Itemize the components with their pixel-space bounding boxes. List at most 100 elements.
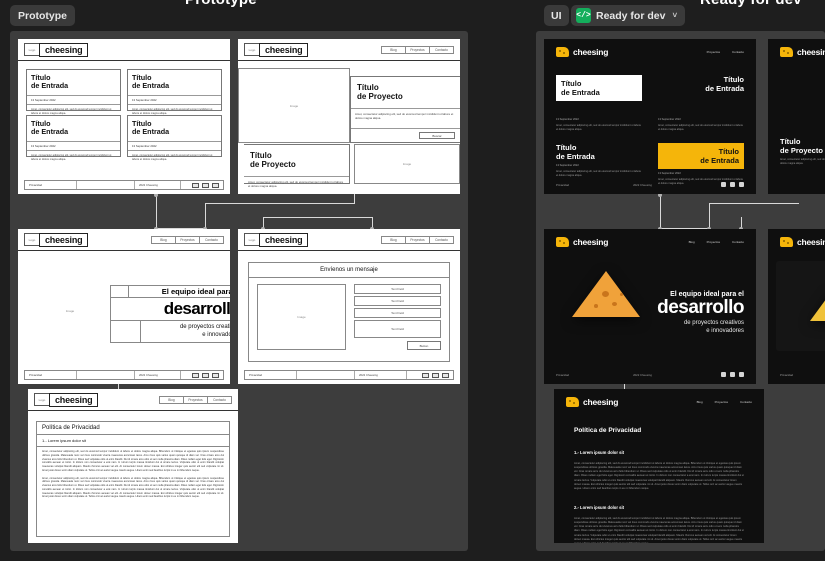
- social-links[interactable]: [422, 372, 453, 378]
- text-field[interactable]: Text Field: [354, 284, 441, 294]
- text-field[interactable]: Text Field: [354, 296, 441, 306]
- navigation[interactable]: Blog Proyectos Contacto: [151, 235, 224, 244]
- instagram-icon[interactable]: [202, 372, 209, 378]
- prototype-panel[interactable]: Logo cheesing Título de Entrada 13 Septem…: [10, 31, 468, 551]
- nav-contacto[interactable]: Contacto: [740, 400, 752, 404]
- search-button[interactable]: Buscar: [419, 132, 455, 139]
- nav-proyectos[interactable]: Proyectos: [707, 50, 720, 54]
- logo-group[interactable]: cheesing: [566, 397, 618, 407]
- navigation[interactable]: Blog Proyectos Contacto: [689, 240, 744, 244]
- project-card[interactable]: Título de Proyecto Amet, consectetur adip…: [244, 144, 350, 188]
- top-toolbar: Prototype Ready for dev Prototype UI </>…: [0, 0, 825, 30]
- navigation[interactable]: Proyectos Contacto: [707, 50, 744, 54]
- facebook-icon[interactable]: [721, 182, 726, 187]
- footer-privacy-link[interactable]: Privacidad: [556, 183, 569, 187]
- instagram-icon[interactable]: [730, 372, 735, 377]
- social-links[interactable]: [721, 182, 744, 187]
- blog-card-featured[interactable]: Título de Entrada: [556, 75, 642, 101]
- logo-group[interactable]: Logo cheesing: [244, 232, 309, 247]
- nav-proyectos[interactable]: Proyectos: [707, 240, 720, 244]
- twitter-icon[interactable]: [212, 182, 219, 188]
- card-excerpt: Amet, consectetur adipiscing elit, sed d…: [556, 170, 642, 177]
- blog-card[interactable]: Título de Entrada 13 September 2022 Amet,…: [127, 115, 222, 161]
- dark-project-frame-clipped[interactable]: cheesing Títulode Proyecto Amet, consect…: [768, 39, 825, 194]
- twitter-icon[interactable]: [442, 372, 449, 378]
- dark-blog-frame[interactable]: cheesing Proyectos Contacto Título de Ent…: [544, 39, 756, 194]
- submit-button[interactable]: Button: [407, 341, 441, 350]
- navigation[interactable]: Blog Proyectos Contacto: [697, 400, 752, 404]
- nav-blog[interactable]: Blog: [689, 240, 695, 244]
- logo-group[interactable]: Logo cheesing: [34, 392, 99, 407]
- blog-card[interactable]: Título de Entrada 13 September 2022 Amet,…: [26, 69, 121, 115]
- facebook-icon[interactable]: [192, 182, 199, 188]
- nav-proyectos[interactable]: Proyectos: [715, 400, 728, 404]
- nav-proyectos[interactable]: Proyectos: [405, 235, 430, 244]
- wireframe-privacy-frame[interactable]: Logo cheesing Blog Proyectos Contacto Po…: [28, 389, 238, 543]
- navigation[interactable]: Blog Proyectos Contacto: [381, 235, 454, 244]
- nav-contacto[interactable]: Contacto: [207, 395, 232, 404]
- footer-privacy-link[interactable]: Privacidad: [780, 373, 793, 377]
- twitter-icon[interactable]: [212, 372, 219, 378]
- nav-proyectos[interactable]: Proyectos: [175, 235, 200, 244]
- social-links[interactable]: [721, 372, 744, 377]
- logo-group[interactable]: Logo cheesing: [244, 42, 309, 57]
- logo-group[interactable]: cheesing: [780, 47, 825, 57]
- logo-group[interactable]: Logo cheesing: [24, 232, 89, 247]
- twitter-icon[interactable]: [739, 372, 744, 377]
- wireframe-project-frame[interactable]: Logo cheesing Blog Proyectos Contacto Im…: [238, 39, 460, 194]
- instagram-icon[interactable]: [432, 372, 439, 378]
- logo-group[interactable]: cheesing: [556, 47, 608, 57]
- wireframe-contact-frame[interactable]: Logo cheesing Blog Proyectos Contacto En…: [238, 229, 460, 384]
- social-links[interactable]: [192, 182, 223, 188]
- text-field[interactable]: Text Field: [354, 308, 441, 318]
- nav-contacto[interactable]: Contacto: [429, 235, 454, 244]
- nav-blog[interactable]: Blog: [159, 395, 184, 404]
- nav-blog[interactable]: Blog: [151, 235, 176, 244]
- footer-privacy-link[interactable]: Privacidad: [556, 373, 569, 377]
- facebook-icon[interactable]: [721, 372, 726, 377]
- ui-button[interactable]: UI: [544, 5, 569, 26]
- footer-privacy-link[interactable]: Privacidad: [25, 371, 77, 379]
- wireframe-hero-frame[interactable]: Logo cheesing Blog Proyectos Contacto Im…: [18, 229, 230, 384]
- nav-contacto[interactable]: Contacto: [732, 50, 744, 54]
- blog-card[interactable]: Título de Entrada 13 September 2022 Amet,…: [127, 69, 222, 115]
- footer-privacy-link[interactable]: Privacidad: [245, 371, 297, 379]
- hero-line-2: desarrollo: [657, 297, 744, 318]
- nav-blog[interactable]: Blog: [381, 235, 406, 244]
- prototype-button[interactable]: Prototype: [10, 5, 76, 26]
- dark-hero-frame[interactable]: cheesing Blog Proyectos Contacto El equi…: [544, 229, 756, 384]
- dark-hero-frame-clipped[interactable]: cheesing Privacidad: [768, 229, 825, 384]
- wireframe-blog-frame[interactable]: Logo cheesing Título de Entrada 13 Septem…: [18, 39, 230, 194]
- nav-proyectos[interactable]: Proyectos: [183, 395, 208, 404]
- nav-blog[interactable]: Blog: [381, 45, 406, 54]
- blog-card[interactable]: Título de Entrada 13 September 2022 Amet,…: [556, 143, 642, 186]
- nav-blog[interactable]: Blog: [697, 400, 703, 404]
- facebook-icon[interactable]: [422, 372, 429, 378]
- contact-heading: Envíenos un mensaje: [249, 263, 449, 278]
- instagram-icon[interactable]: [730, 182, 735, 187]
- social-links[interactable]: [192, 372, 223, 378]
- ready-for-dev-panel[interactable]: cheesing Proyectos Contacto Título de Ent…: [536, 31, 825, 551]
- footer: Privacidad 2022 Cheesing: [556, 372, 744, 377]
- logo-group[interactable]: cheesing: [780, 237, 825, 247]
- nav-contacto[interactable]: Contacto: [429, 45, 454, 54]
- footer: Privacidad 2022 Cheesing: [24, 370, 224, 380]
- nav-proyectos[interactable]: Proyectos: [405, 45, 430, 54]
- instagram-icon[interactable]: [202, 182, 209, 188]
- navigation[interactable]: Blog Proyectos Contacto: [381, 45, 454, 54]
- blog-card[interactable]: Título de Entrada: [658, 75, 744, 101]
- twitter-icon[interactable]: [739, 182, 744, 187]
- ready-for-dev-button[interactable]: </> Ready for dev ˅: [571, 5, 686, 26]
- nav-contacto[interactable]: Contacto: [732, 240, 744, 244]
- logo-group[interactable]: cheesing: [556, 237, 608, 247]
- logo-group[interactable]: Logo cheesing: [24, 42, 89, 57]
- blog-card-highlighted[interactable]: Título de Entrada: [658, 143, 744, 169]
- project-card[interactable]: Título de Proyecto Amet, consectetur adip…: [350, 76, 460, 143]
- dark-privacy-frame[interactable]: cheesing Blog Proyectos Contacto Polític…: [554, 389, 764, 543]
- blog-card[interactable]: Título de Entrada 13 September 2022 Amet,…: [26, 115, 121, 161]
- navigation[interactable]: Blog Proyectos Contacto: [159, 395, 232, 404]
- nav-contacto[interactable]: Contacto: [199, 235, 224, 244]
- facebook-icon[interactable]: [192, 372, 199, 378]
- footer-privacy-link[interactable]: Privacidad: [25, 181, 77, 189]
- text-field[interactable]: Text Field: [354, 320, 441, 338]
